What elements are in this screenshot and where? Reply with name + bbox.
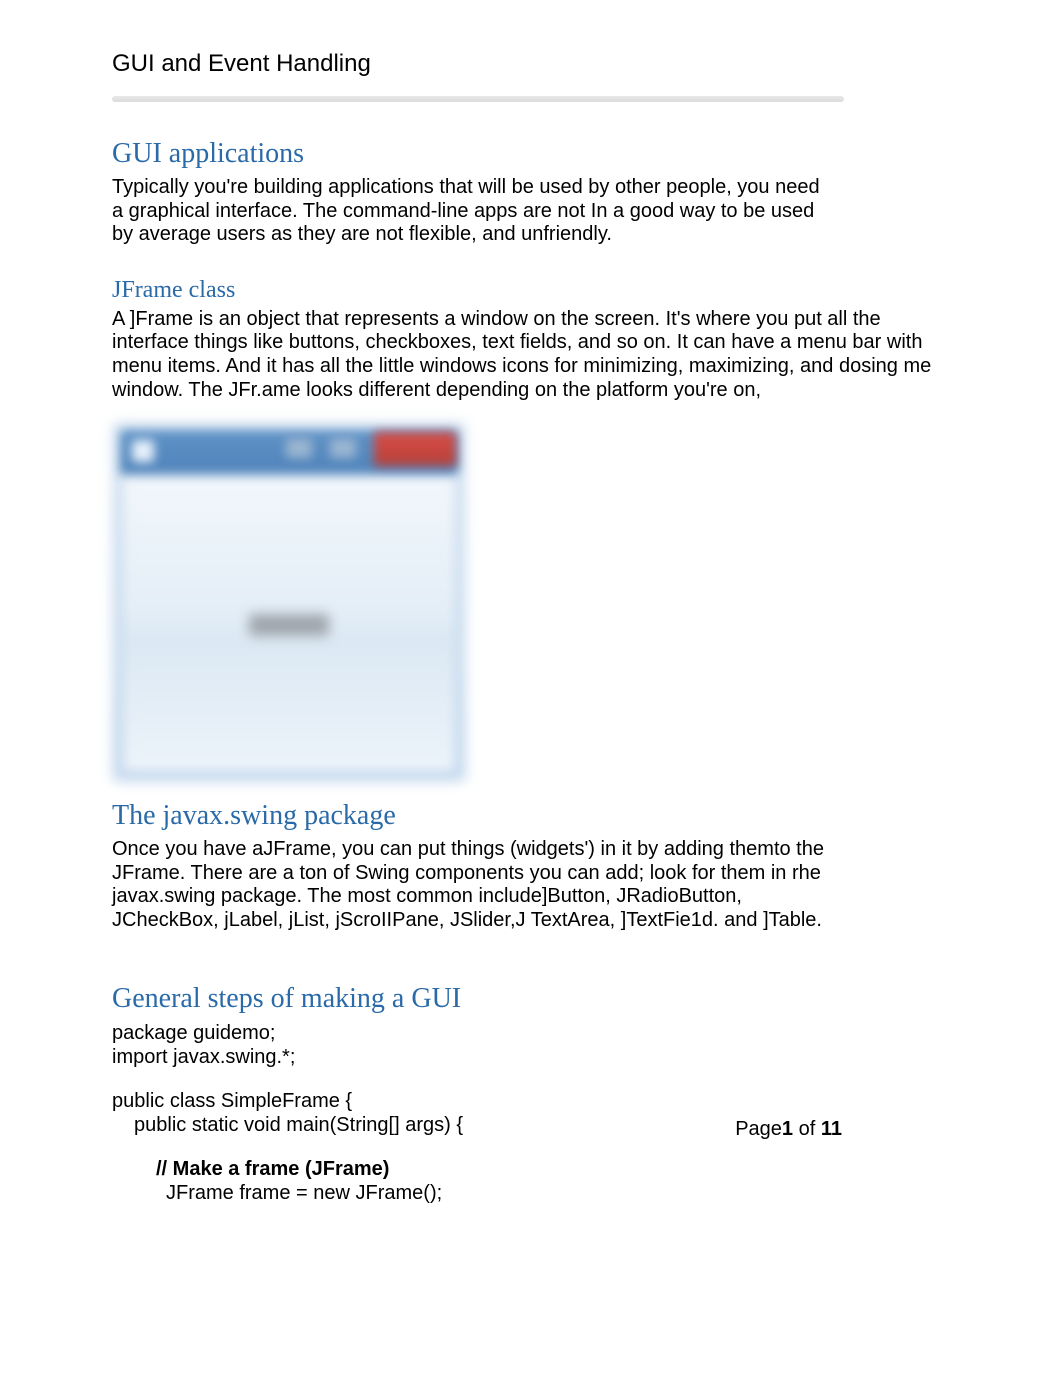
page-total: 11 [821,1118,842,1140]
code-line: package guidemo; [112,1021,1062,1045]
document-title: GUI and Event Handling [112,50,1062,78]
code-line: public static void main(String[] args) { [112,1113,1062,1137]
heading-jframe-class: JFrame class [112,277,1062,304]
page-of: of [793,1118,821,1140]
page-current: 1 [782,1118,793,1140]
document-page: GUI and Event Handling GUI applications … [0,0,1062,1205]
code-line: public class SimpleFrame { [112,1089,1062,1113]
jframe-center-button [249,614,329,636]
code-block: package guidemo; import javax.swing.*; p… [112,1021,1062,1205]
code-line: import javax.swing.*; [112,1045,1062,1069]
heading-gui-applications: GUI applications [112,138,1062,170]
page-number: Page1 of 11 [735,1118,842,1141]
paragraph-jframe-class: A ]Frame is an object that represents a … [112,308,962,402]
heading-javax-swing: The javax.swing package [112,800,1062,832]
code-line: JFrame frame = new JFrame(); [112,1181,1062,1205]
minimize-maximize-icons [286,438,366,460]
paragraph-javax-swing: Once you have aJFrame, you can put thing… [112,838,852,932]
jframe-window-illustration [112,422,466,782]
heading-general-steps: General steps of making a GUI [112,983,1062,1015]
close-icon [374,432,456,466]
paragraph-gui-applications: Typically you're building applications t… [112,176,832,247]
horizontal-rule [112,96,844,102]
page-label: Page [735,1118,782,1140]
code-comment-line: // Make a frame (JFrame) [112,1157,1062,1181]
window-icon [132,440,154,462]
